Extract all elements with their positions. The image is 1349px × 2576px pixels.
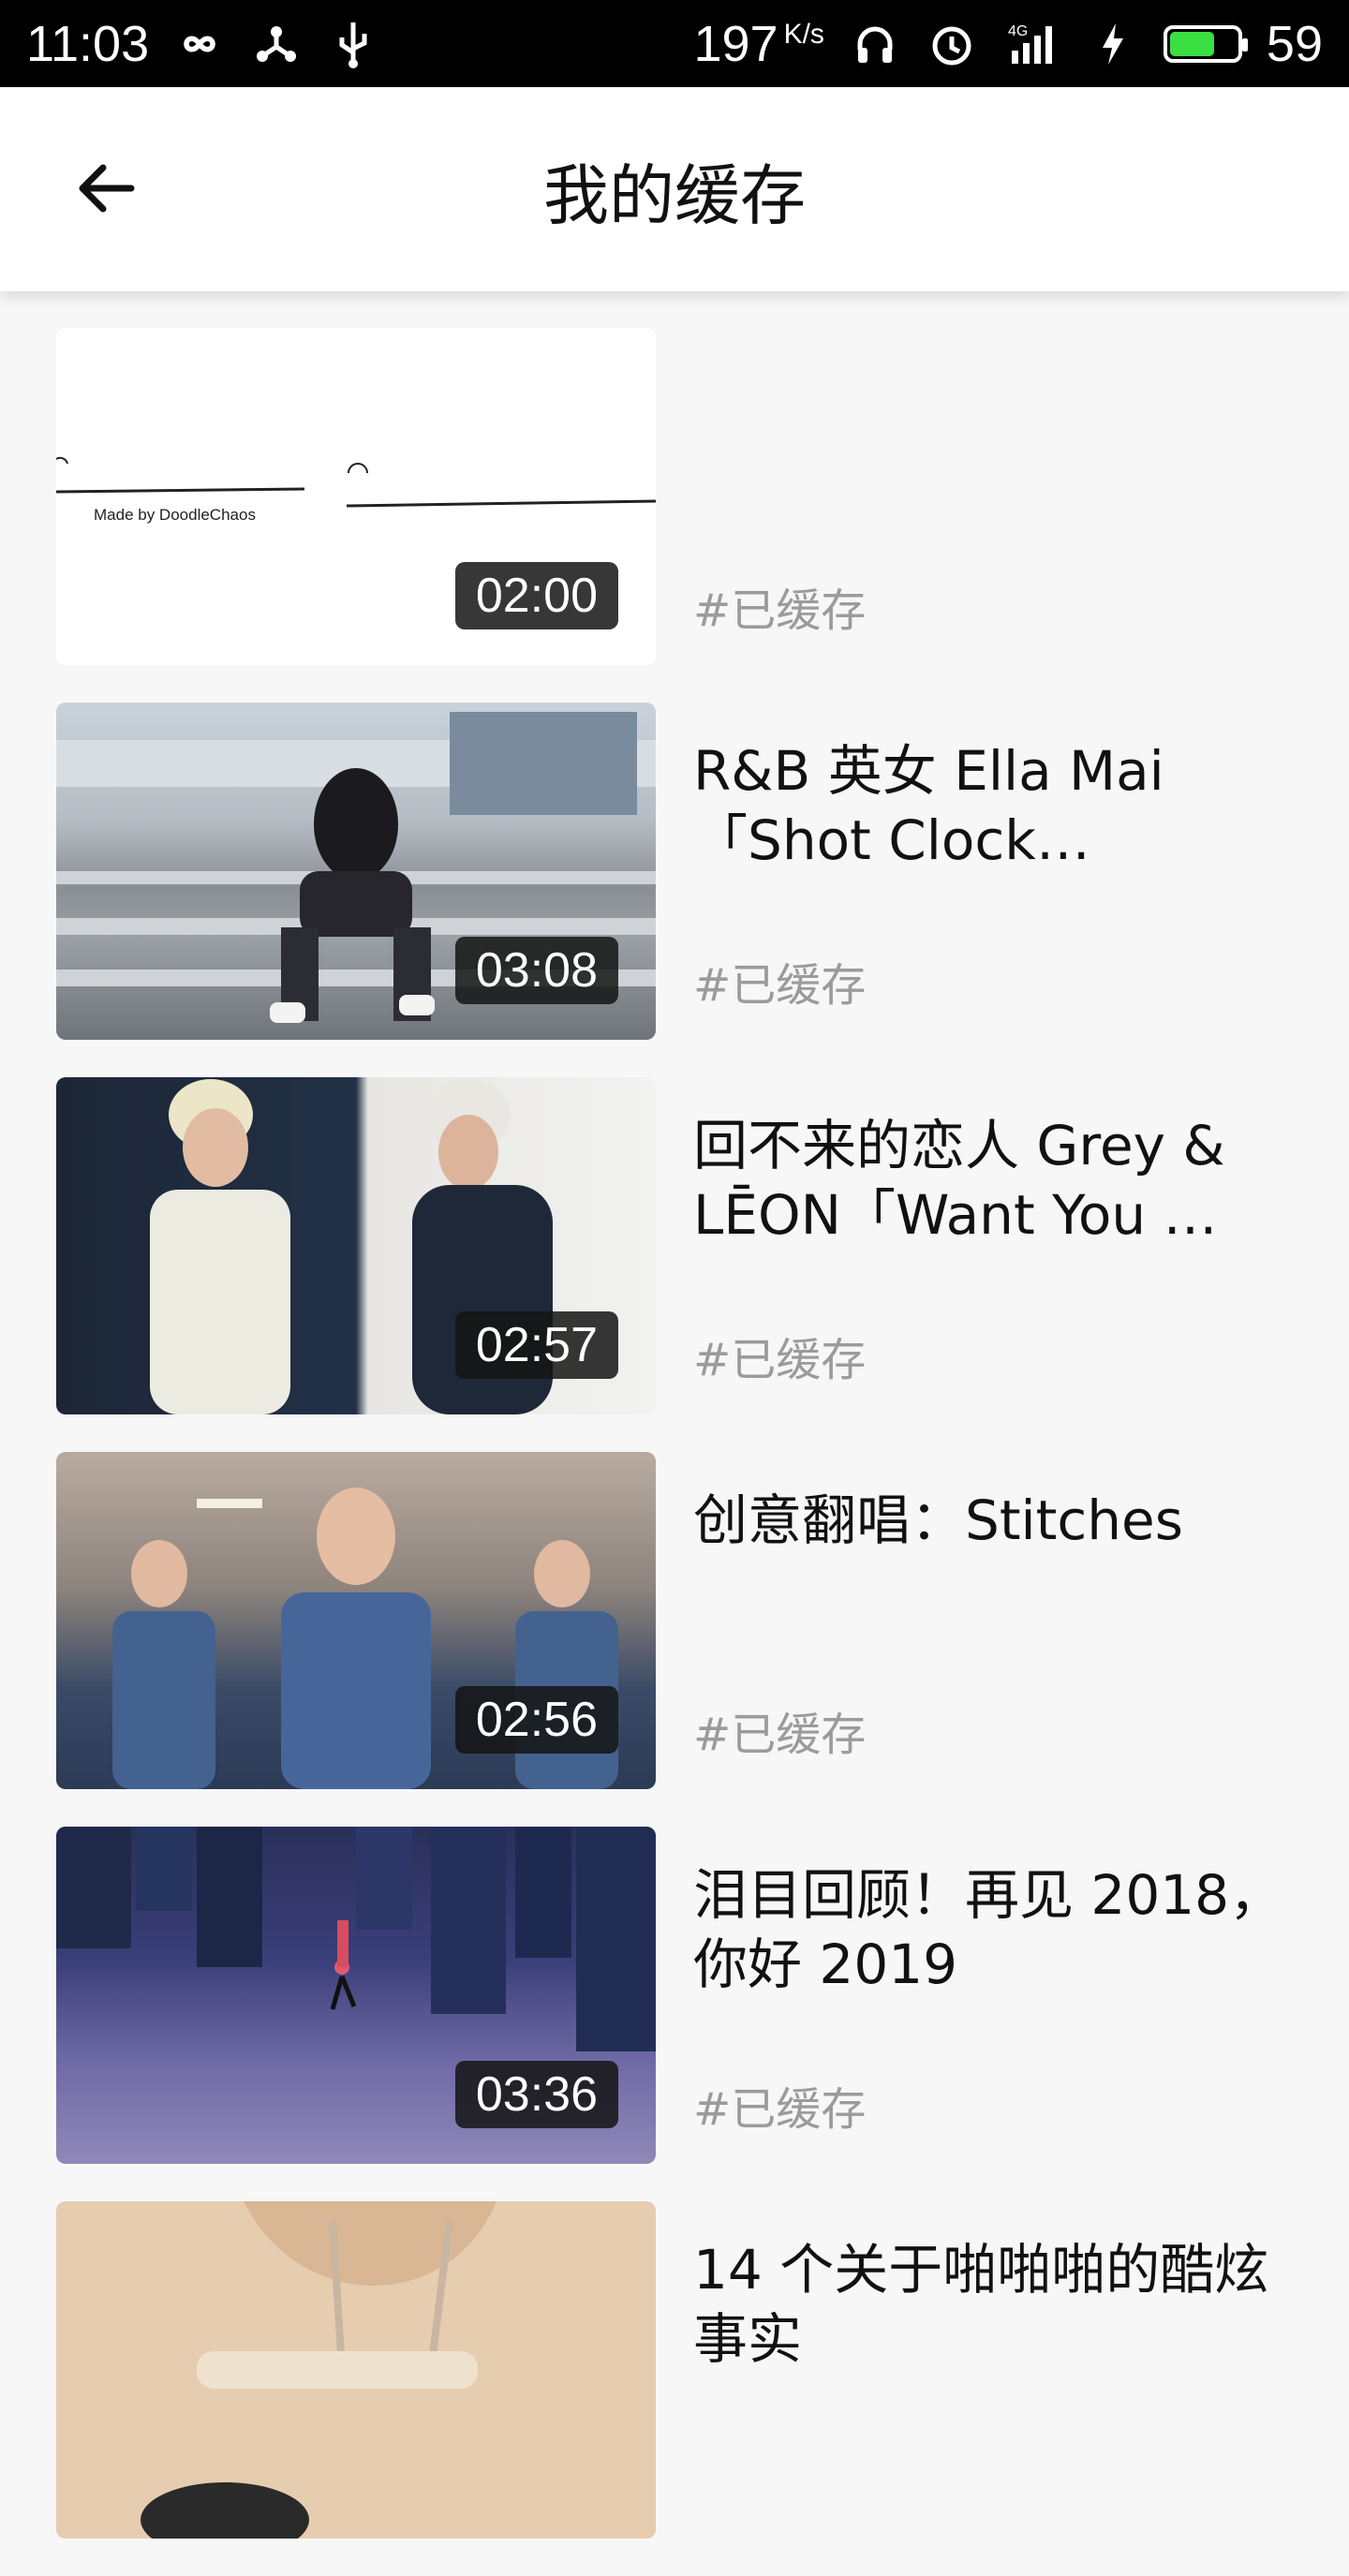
video-duration: 02:57 — [454, 1311, 618, 1379]
video-item[interactable]: 02:57 回不来的恋人 Grey & LĒON「Want You … #已缓存 — [0, 1077, 1349, 1452]
video-title[interactable]: 回不来的恋人 Grey & LĒON「Want You … — [693, 1111, 1293, 1250]
cached-tag: #已缓存 — [693, 959, 867, 1012]
charging-icon — [1087, 18, 1139, 70]
video-duration: 02:00 — [454, 562, 618, 629]
page-title: 我的缓存 — [543, 157, 806, 234]
usb-icon — [327, 18, 379, 70]
thumbnail-caption: Made by DoodleChaos — [94, 506, 256, 524]
video-item[interactable]: 03:08 R&B 英女 Ella Mai「Shot Clock… #已缓存 — [0, 703, 1349, 1077]
speed-value: 197 — [693, 15, 778, 72]
video-title[interactable]: 创意翻唱：Stitches — [693, 1486, 1293, 1555]
alarm-icon — [926, 18, 978, 70]
cached-tag: #已缓存 — [693, 2083, 867, 2136]
video-thumbnail[interactable]: Made by DoodleChaos 02:00 — [56, 328, 656, 665]
video-thumbnail[interactable]: 02:56 — [56, 1452, 656, 1789]
video-thumbnail[interactable] — [56, 2201, 656, 2539]
video-thumbnail[interactable]: 03:08 — [56, 703, 656, 1040]
video-item[interactable]: 02:56 创意翻唱：Stitches #已缓存 — [0, 1452, 1349, 1827]
body-thumbnail-art — [56, 2201, 656, 2539]
cached-tag: #已缓存 — [693, 1334, 867, 1386]
battery-fill — [1169, 31, 1215, 56]
status-left: 11:03 — [26, 15, 379, 73]
battery-icon — [1163, 24, 1248, 63]
video-duration: 02:56 — [454, 1686, 618, 1754]
cached-tag: #已缓存 — [693, 585, 867, 637]
status-bar: 11:03 197 K/s 4G 59 — [0, 0, 1349, 87]
share-icon — [250, 18, 303, 70]
video-thumbnail[interactable]: 02:57 — [56, 1077, 656, 1414]
video-item[interactable]: 14 个关于啪啪啪的酷炫事实 — [0, 2201, 1349, 2576]
infinity-icon — [173, 18, 226, 70]
video-item[interactable]: Made by DoodleChaos 02:00 #已缓存 — [0, 328, 1349, 703]
cached-video-list: Made by DoodleChaos 02:00 #已缓存 03:08 R&B… — [0, 328, 1349, 2576]
status-time: 11:03 — [26, 15, 150, 72]
video-title[interactable]: 14 个关于啪啪啪的酷炫事实 — [693, 2235, 1293, 2374]
battery-level: 59 — [1266, 15, 1323, 72]
video-duration: 03:36 — [454, 2061, 618, 2128]
headphones-icon — [849, 18, 901, 70]
video-duration: 03:08 — [454, 937, 618, 1004]
video-item[interactable]: 03:36 泪目回顾！再见 2018，你好 2019 #已缓存 — [0, 1827, 1349, 2201]
network-type: 4G — [1008, 23, 1028, 39]
video-title[interactable]: 泪目回顾！再见 2018，你好 2019 — [693, 1860, 1293, 1999]
status-right: 197 K/s 4G 59 — [693, 15, 1323, 73]
video-title[interactable]: R&B 英女 Ella Mai「Shot Clock… — [693, 736, 1293, 875]
cached-tag: #已缓存 — [693, 1709, 867, 1761]
network-speed: 197 K/s — [693, 15, 823, 73]
video-thumbnail[interactable]: 03:36 — [56, 1827, 656, 2164]
app-bar: 我的缓存 — [0, 87, 1349, 291]
speed-unit: K/s — [783, 18, 824, 50]
signal-icon: 4G — [1002, 18, 1062, 70]
